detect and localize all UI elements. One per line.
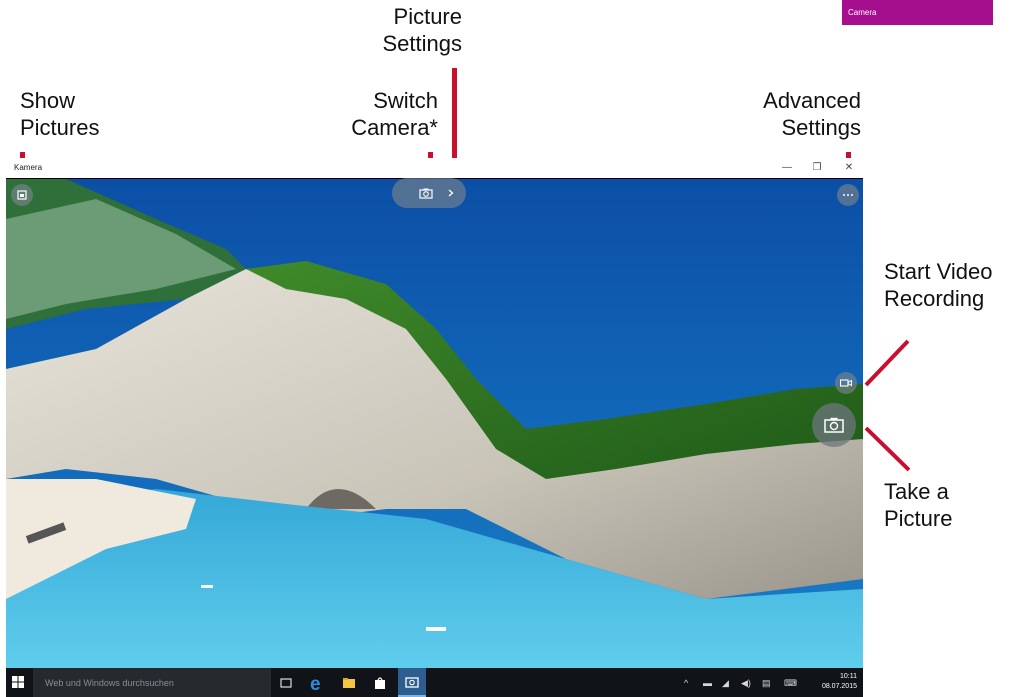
pointer-start-video (864, 339, 910, 387)
annotation-line-1: Picture (393, 4, 462, 29)
window-title: Kamera (14, 163, 43, 172)
minimize-button[interactable]: — (774, 160, 800, 176)
annotation-advanced-settings: Advanced Settings (720, 87, 861, 141)
clock-date: 08.07.2015 (821, 683, 857, 690)
chevron-right-icon (448, 189, 454, 197)
restore-button[interactable]: ❐ (804, 160, 830, 176)
gallery-icon (17, 190, 27, 200)
wifi-icon[interactable]: ◢ (722, 678, 729, 689)
taskbar: Web und Windows durchsuchen e ^ ▬ ◢ ◀) ▤… (6, 668, 863, 697)
show-pictures-button[interactable] (11, 184, 33, 206)
annotation-line-2: Settings (382, 31, 463, 56)
annotation-line-2: Settings (781, 115, 862, 140)
svg-text:e: e (310, 674, 321, 692)
video-camera-icon (840, 379, 852, 387)
annotation-take-picture: Take a Picture (884, 478, 952, 532)
camera-icon (824, 417, 844, 433)
switch-camera-button[interactable] (414, 182, 438, 204)
annotation-start-video: Start Video Recording (884, 258, 992, 312)
annotation-line-1: Start Video (884, 259, 993, 284)
picture-settings-button[interactable] (442, 182, 460, 204)
pointer-take-picture (864, 426, 911, 472)
camera-preview (6, 179, 863, 668)
volume-icon[interactable]: ◀) (741, 678, 751, 689)
annotation-line-2: Recording (884, 286, 985, 311)
annotation-line-1: Take a (884, 479, 949, 504)
camera-tile[interactable]: Camera (842, 0, 993, 25)
annotation-line-1: Switch (373, 88, 438, 113)
clock[interactable]: 10:11 08.07.2015 (822, 672, 857, 692)
video-mode-button[interactable] (835, 372, 857, 394)
annotation-line-2: Camera* (351, 115, 438, 140)
annotation-picture-settings: Picture Settings (340, 3, 463, 57)
close-button[interactable]: ✕ (836, 160, 862, 176)
annotation-show-pictures: Show Pictures (20, 87, 99, 141)
windows-start-icon[interactable] (12, 676, 24, 688)
keyboard-icon[interactable]: ⌨ (784, 678, 797, 689)
file-explorer-icon[interactable] (340, 674, 358, 692)
store-icon[interactable] (371, 674, 389, 692)
chevron-up-icon[interactable]: ^ (684, 678, 688, 688)
annotation-line-1: Show (20, 88, 76, 113)
annotation-line-2: Picture (884, 506, 953, 531)
annotation-line-1: Advanced (763, 88, 861, 113)
task-view-icon[interactable] (277, 674, 295, 692)
search-placeholder: Web und Windows durchsuchen (45, 678, 174, 688)
annotation-switch-camera: Switch Camera* (320, 87, 438, 141)
camera-app-taskbar-button[interactable] (398, 668, 426, 697)
tile-label: Camera (848, 8, 877, 17)
more-icon (843, 194, 853, 196)
title-bar: Kamera — ❐ ✕ (6, 158, 863, 179)
camera-icon (405, 677, 419, 688)
clock-time: 10:11 (840, 673, 857, 680)
notifications-icon[interactable]: ▤ (762, 678, 771, 689)
beach-scene (6, 179, 863, 668)
battery-icon[interactable]: ▬ (703, 678, 712, 688)
annotation-line-2: Pictures (20, 115, 100, 140)
taskbar-search-box[interactable]: Web und Windows durchsuchen (33, 668, 271, 697)
edge-browser-icon[interactable]: e (308, 674, 326, 692)
camera-window: Kamera — ❐ ✕ (6, 158, 863, 668)
camera-icon (419, 188, 433, 199)
take-picture-button[interactable] (812, 403, 856, 447)
advanced-settings-button[interactable] (837, 184, 859, 206)
